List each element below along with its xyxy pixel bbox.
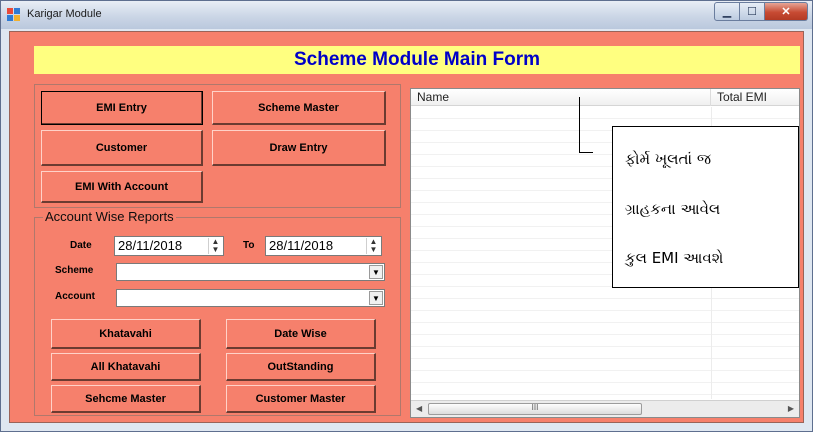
app-icon (7, 8, 21, 22)
window-controls: ▁ ☐ ✕ (714, 2, 808, 21)
callout-pointer (579, 97, 593, 153)
draw-entry-button[interactable]: Draw Entry (212, 130, 386, 166)
form-header: Scheme Module Main Form (34, 46, 800, 74)
list-row-empty (411, 299, 799, 311)
group-title: Account Wise Reports (43, 209, 176, 224)
emi-entry-button[interactable]: EMI Entry (41, 91, 203, 125)
spin-down-icon[interactable]: ▼ (212, 245, 220, 254)
date-wise-button[interactable]: Date Wise (226, 319, 376, 349)
horizontal-scrollbar[interactable]: ◀ III ▶ (411, 400, 799, 417)
date-from-picker[interactable]: 28/11/2018 ▲ ▼ (114, 236, 224, 256)
chevron-down-icon[interactable]: ▼ (369, 291, 383, 305)
to-label: To (243, 240, 255, 251)
scheme-label: Scheme (55, 265, 94, 276)
date-to-value: 28/11/2018 (269, 238, 334, 253)
all-khatavahi-button[interactable]: All Khatavahi (51, 353, 201, 381)
list-row-empty (411, 371, 799, 383)
list-row-empty (411, 383, 799, 395)
window-title: Karigar Module (27, 8, 102, 20)
minimize-button[interactable]: ▁ (714, 2, 740, 21)
customer-button[interactable]: Customer (41, 130, 203, 166)
date-from-value: 28/11/2018 (118, 238, 183, 253)
list-row-empty (411, 323, 799, 335)
callout-line-3: કુલ EMI આવશે (625, 249, 724, 267)
callout-annotation: ફોર્મ ખૂલતાં જ ગ્રાહકના આવેલ કુલ EMI આવશ… (612, 126, 799, 288)
main-buttons-panel: EMI Entry Scheme Master Customer Draw En… (34, 84, 401, 208)
outstanding-button[interactable]: OutStanding (226, 353, 376, 381)
scroll-thumb[interactable]: III (428, 403, 642, 415)
date-from-spinner[interactable]: ▲ ▼ (208, 238, 222, 254)
scheme-combo[interactable]: ▼ (116, 263, 385, 281)
sehcme-master-button[interactable]: Sehcme Master (51, 385, 201, 413)
scheme-master-button[interactable]: Scheme Master (212, 91, 386, 125)
scroll-right-icon[interactable]: ▶ (788, 404, 794, 413)
date-to-picker[interactable]: 28/11/2018 ▲ ▼ (265, 236, 382, 256)
date-to-spinner[interactable]: ▲ ▼ (366, 238, 380, 254)
list-row-empty (411, 287, 799, 299)
scroll-thumb-grip: III (531, 403, 539, 412)
spin-down-icon[interactable]: ▼ (370, 245, 378, 254)
callout-line-1: ફોર્મ ખૂલતાં જ (625, 150, 712, 168)
scroll-left-icon[interactable]: ◀ (416, 404, 422, 413)
account-label: Account (55, 291, 95, 302)
khatavahi-button[interactable]: Khatavahi (51, 319, 201, 349)
list-row-empty (411, 335, 799, 347)
customer-master-button[interactable]: Customer Master (226, 385, 376, 413)
title-bar[interactable]: Karigar Module ▁ ☐ ✕ (1, 1, 812, 29)
list-header: Name Total EMI (411, 89, 799, 106)
list-row-empty (411, 347, 799, 359)
account-wise-reports-group: Account Wise Reports Date 28/11/2018 ▲ ▼… (34, 209, 401, 416)
list-row-empty (411, 359, 799, 371)
close-button[interactable]: ✕ (765, 2, 808, 21)
account-combo[interactable]: ▼ (116, 289, 385, 307)
maximize-button[interactable]: ☐ (740, 2, 765, 21)
chevron-down-icon[interactable]: ▼ (369, 265, 383, 279)
emi-with-account-button[interactable]: EMI With Account (41, 171, 203, 203)
list-row-empty (411, 311, 799, 323)
main-window: Karigar Module ▁ ☐ ✕ Scheme Module Main … (0, 0, 813, 432)
callout-line-2: ગ્રાહકના આવેલ (625, 200, 721, 218)
column-header-name[interactable]: Name (411, 89, 711, 106)
list-row-empty (411, 107, 799, 119)
column-header-total-emi[interactable]: Total EMI (711, 89, 799, 106)
date-label: Date (70, 240, 92, 251)
